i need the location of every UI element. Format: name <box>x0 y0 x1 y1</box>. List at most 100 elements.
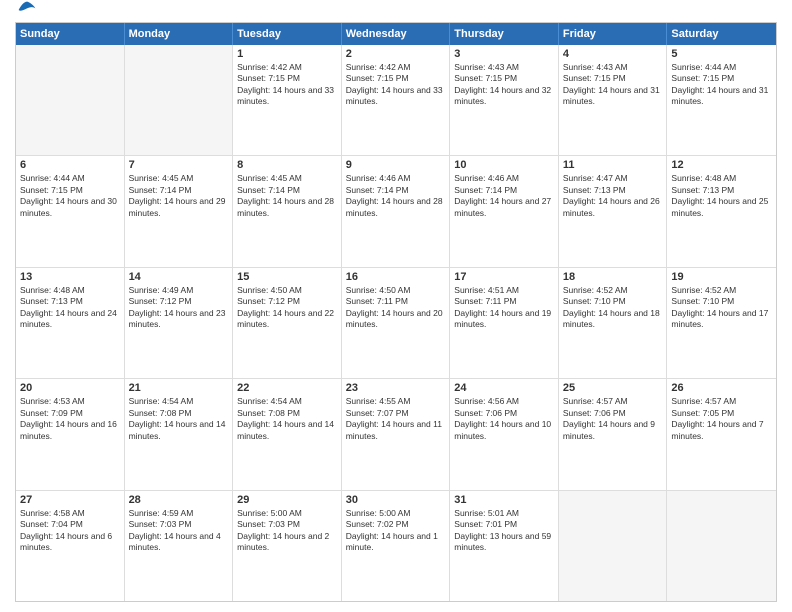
day-info: Sunrise: 4:46 AMSunset: 7:14 PMDaylight:… <box>454 173 554 219</box>
day-info: Sunrise: 4:46 AMSunset: 7:14 PMDaylight:… <box>346 173 446 219</box>
day-info: Sunrise: 4:52 AMSunset: 7:10 PMDaylight:… <box>563 285 663 331</box>
day-number: 23 <box>346 382 446 394</box>
logo <box>15 10 37 16</box>
cal-week-3: 13Sunrise: 4:48 AMSunset: 7:13 PMDayligh… <box>16 268 776 379</box>
day-info: Sunrise: 4:50 AMSunset: 7:12 PMDaylight:… <box>237 285 337 331</box>
cal-cell-11: 11Sunrise: 4:47 AMSunset: 7:13 PMDayligh… <box>559 156 668 266</box>
day-info: Sunrise: 4:57 AMSunset: 7:05 PMDaylight:… <box>671 396 772 442</box>
day-number: 10 <box>454 159 554 171</box>
day-number: 5 <box>671 48 772 60</box>
cal-cell-4: 4 Sunrise: 4:43 AMSunset: 7:15 PMDaylight… <box>559 45 668 155</box>
header <box>15 10 777 16</box>
day-info: Sunrise: 4:48 AMSunset: 7:13 PMDaylight:… <box>20 285 120 331</box>
cal-cell-20: 20Sunrise: 4:53 AMSunset: 7:09 PMDayligh… <box>16 379 125 489</box>
cal-week-4: 20Sunrise: 4:53 AMSunset: 7:09 PMDayligh… <box>16 379 776 490</box>
day-number: 25 <box>563 382 663 394</box>
cal-cell-6: 6Sunrise: 4:44 AMSunset: 7:15 PMDaylight… <box>16 156 125 266</box>
day-number: 8 <box>237 159 337 171</box>
cal-week-5: 27 Sunrise: 4:58 AMSunset: 7:04 PMDayligh… <box>16 491 776 601</box>
cal-cell-25: 25 Sunrise: 4:57 AMSunset: 7:06 PMDayligh… <box>559 379 668 489</box>
day-info: Sunrise: 4:59 AMSunset: 7:03 PMDaylight:… <box>129 508 229 554</box>
cal-cell-3: 3 Sunrise: 4:43 AMSunset: 7:15 PMDaylight… <box>450 45 559 155</box>
day-info: Sunrise: 4:55 AMSunset: 7:07 PMDaylight:… <box>346 396 446 442</box>
day-info: Sunrise: 4:48 AMSunset: 7:13 PMDaylight:… <box>671 173 772 219</box>
day-info: Sunrise: 4:43 AMSunset: 7:15 PMDaylight:… <box>563 62 663 108</box>
day-number: 15 <box>237 271 337 283</box>
cal-cell-31: 31 Sunrise: 5:01 AMSunset: 7:01 PMDayligh… <box>450 491 559 601</box>
cal-header-cell: Monday <box>125 23 234 45</box>
day-number: 26 <box>671 382 772 394</box>
day-info: Sunrise: 5:01 AMSunset: 7:01 PMDaylight:… <box>454 508 554 554</box>
cal-cell-10: 10 Sunrise: 4:46 AMSunset: 7:14 PMDayligh… <box>450 156 559 266</box>
day-number: 18 <box>563 271 663 283</box>
day-number: 17 <box>454 271 554 283</box>
cal-week-1: 1Sunrise: 4:42 AMSunset: 7:15 PMDaylight… <box>16 45 776 156</box>
day-number: 31 <box>454 494 554 506</box>
cal-week-2: 6Sunrise: 4:44 AMSunset: 7:15 PMDaylight… <box>16 156 776 267</box>
cal-cell-2: 2 Sunrise: 4:42 AMSunset: 7:15 PMDaylight… <box>342 45 451 155</box>
cal-cell-13: 13Sunrise: 4:48 AMSunset: 7:13 PMDayligh… <box>16 268 125 378</box>
day-info: Sunrise: 4:54 AMSunset: 7:08 PMDaylight:… <box>129 396 229 442</box>
cal-cell-18: 18 Sunrise: 4:52 AMSunset: 7:10 PMDayligh… <box>559 268 668 378</box>
cal-header-cell: Wednesday <box>342 23 451 45</box>
day-info: Sunrise: 4:51 AMSunset: 7:11 PMDaylight:… <box>454 285 554 331</box>
day-number: 27 <box>20 494 120 506</box>
cal-cell-22: 22Sunrise: 4:54 AMSunset: 7:08 PMDayligh… <box>233 379 342 489</box>
cal-cell-8: 8 Sunrise: 4:45 AMSunset: 7:14 PMDaylight… <box>233 156 342 266</box>
day-number: 24 <box>454 382 554 394</box>
day-number: 30 <box>346 494 446 506</box>
cal-cell-16: 16 Sunrise: 4:50 AMSunset: 7:11 PMDayligh… <box>342 268 451 378</box>
cal-cell-17: 17 Sunrise: 4:51 AMSunset: 7:11 PMDayligh… <box>450 268 559 378</box>
cal-cell-27: 27 Sunrise: 4:58 AMSunset: 7:04 PMDayligh… <box>16 491 125 601</box>
cal-cell-7: 7Sunrise: 4:45 AMSunset: 7:14 PMDaylight… <box>125 156 234 266</box>
cal-cell-14: 14 Sunrise: 4:49 AMSunset: 7:12 PMDayligh… <box>125 268 234 378</box>
calendar-header-row: SundayMondayTuesdayWednesdayThursdayFrid… <box>16 23 776 45</box>
cal-header-cell: Friday <box>559 23 668 45</box>
cal-cell-30: 30 Sunrise: 5:00 AMSunset: 7:02 PMDayligh… <box>342 491 451 601</box>
day-number: 2 <box>346 48 446 60</box>
cal-cell-24: 24 Sunrise: 4:56 AMSunset: 7:06 PMDayligh… <box>450 379 559 489</box>
cal-cell-empty <box>667 491 776 601</box>
day-info: Sunrise: 4:42 AMSunset: 7:15 PMDaylight:… <box>237 62 337 108</box>
cal-cell-empty <box>16 45 125 155</box>
cal-cell-23: 23 Sunrise: 4:55 AMSunset: 7:07 PMDayligh… <box>342 379 451 489</box>
day-info: Sunrise: 4:43 AMSunset: 7:15 PMDaylight:… <box>454 62 554 108</box>
day-number: 22 <box>237 382 337 394</box>
calendar-body: 1Sunrise: 4:42 AMSunset: 7:15 PMDaylight… <box>16 45 776 601</box>
day-info: Sunrise: 4:42 AMSunset: 7:15 PMDaylight:… <box>346 62 446 108</box>
day-number: 4 <box>563 48 663 60</box>
day-info: Sunrise: 4:57 AMSunset: 7:06 PMDaylight:… <box>563 396 663 442</box>
day-number: 7 <box>129 159 229 171</box>
cal-cell-empty <box>559 491 668 601</box>
day-info: Sunrise: 4:45 AMSunset: 7:14 PMDaylight:… <box>237 173 337 219</box>
day-info: Sunrise: 4:49 AMSunset: 7:12 PMDaylight:… <box>129 285 229 331</box>
day-info: Sunrise: 4:56 AMSunset: 7:06 PMDaylight:… <box>454 396 554 442</box>
day-number: 14 <box>129 271 229 283</box>
cal-cell-15: 15 Sunrise: 4:50 AMSunset: 7:12 PMDayligh… <box>233 268 342 378</box>
cal-cell-26: 26 Sunrise: 4:57 AMSunset: 7:05 PMDayligh… <box>667 379 776 489</box>
page: SundayMondayTuesdayWednesdayThursdayFrid… <box>0 0 792 612</box>
cal-cell-9: 9 Sunrise: 4:46 AMSunset: 7:14 PMDaylight… <box>342 156 451 266</box>
logo-icon <box>17 0 37 20</box>
day-info: Sunrise: 4:44 AMSunset: 7:15 PMDaylight:… <box>671 62 772 108</box>
cal-cell-12: 12Sunrise: 4:48 AMSunset: 7:13 PMDayligh… <box>667 156 776 266</box>
day-number: 28 <box>129 494 229 506</box>
day-number: 21 <box>129 382 229 394</box>
day-info: Sunrise: 4:44 AMSunset: 7:15 PMDaylight:… <box>20 173 120 219</box>
day-number: 29 <box>237 494 337 506</box>
day-info: Sunrise: 4:58 AMSunset: 7:04 PMDaylight:… <box>20 508 120 554</box>
day-number: 11 <box>563 159 663 171</box>
cal-header-cell: Tuesday <box>233 23 342 45</box>
day-number: 9 <box>346 159 446 171</box>
cal-header-cell: Saturday <box>667 23 776 45</box>
day-info: Sunrise: 5:00 AMSunset: 7:02 PMDaylight:… <box>346 508 446 554</box>
day-info: Sunrise: 5:00 AMSunset: 7:03 PMDaylight:… <box>237 508 337 554</box>
cal-cell-28: 28 Sunrise: 4:59 AMSunset: 7:03 PMDayligh… <box>125 491 234 601</box>
day-number: 3 <box>454 48 554 60</box>
day-number: 16 <box>346 271 446 283</box>
day-number: 19 <box>671 271 772 283</box>
cal-header-cell: Thursday <box>450 23 559 45</box>
cal-cell-29: 29 Sunrise: 5:00 AMSunset: 7:03 PMDayligh… <box>233 491 342 601</box>
cal-cell-21: 21 Sunrise: 4:54 AMSunset: 7:08 PMDayligh… <box>125 379 234 489</box>
day-info: Sunrise: 4:50 AMSunset: 7:11 PMDaylight:… <box>346 285 446 331</box>
